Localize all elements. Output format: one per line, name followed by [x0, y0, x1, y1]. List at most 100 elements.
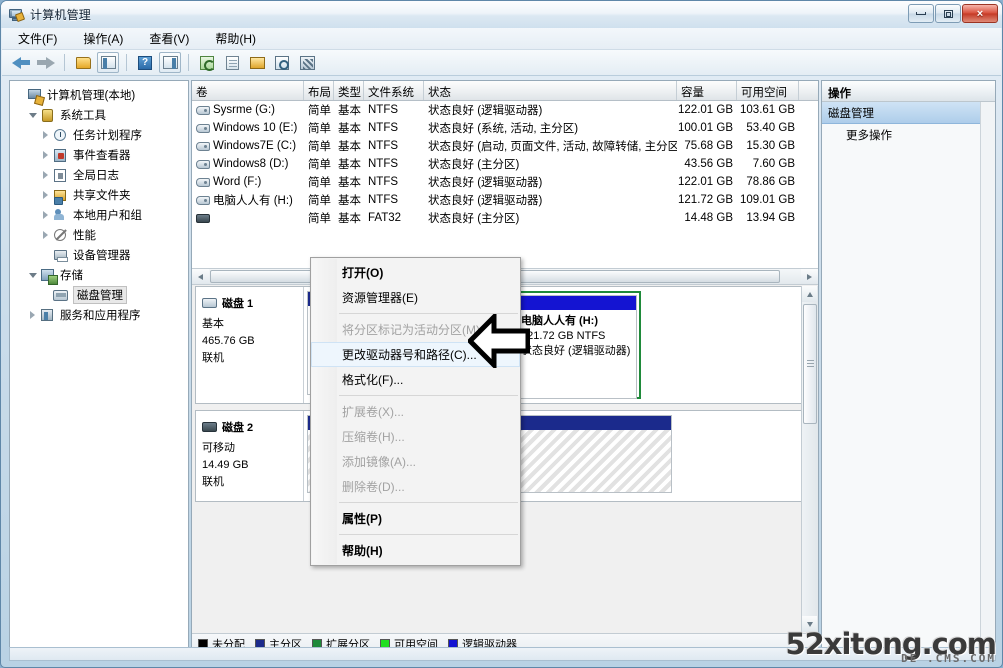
tree-item-1[interactable]: 系统工具 — [14, 105, 188, 125]
disk-management-icon — [53, 288, 69, 303]
volume-row[interactable]: Word (F:)简单基本NTFS状态良好 (逻辑驱动器)122.01 GB78… — [192, 173, 818, 191]
context-menu-item-1[interactable]: 资源管理器(E) — [311, 285, 520, 310]
tree-item-10[interactable]: 磁盘管理 — [14, 285, 188, 305]
context-menu-item-5: 扩展卷(X)... — [311, 399, 520, 424]
properties-icon — [226, 56, 239, 70]
partition-info: 电脑人人有 (H:)121.72 GB NTFS状态良好 (逻辑驱动器) — [516, 310, 636, 398]
context-menu-item-10[interactable]: 帮助(H) — [311, 538, 520, 563]
cell-text: Word (F:) — [213, 176, 261, 188]
properties-button[interactable] — [221, 52, 243, 73]
volume-cell-1: 简单 — [304, 138, 334, 154]
volume-row[interactable]: Windows 10 (E:)简单基本NTFS状态良好 (系统, 活动, 主分区… — [192, 119, 818, 137]
chevron-right-icon[interactable] — [40, 230, 51, 241]
open-folder-button[interactable] — [246, 52, 268, 73]
volume-cell-5: 121.72 GB — [677, 194, 737, 206]
chevron-right-icon[interactable] — [40, 150, 51, 161]
cell-text: 基本 — [338, 192, 361, 208]
tree-item-8[interactable]: 设备管理器 — [14, 245, 188, 265]
context-menu-item-9[interactable]: 属性(P) — [311, 506, 520, 531]
tree-item-11[interactable]: 服务和应用程序 — [14, 305, 188, 325]
actions-section-disk-management[interactable]: 磁盘管理 — [822, 102, 995, 124]
scroll-left-button[interactable] — [192, 269, 209, 284]
volume-column-header-1[interactable]: 布局 — [304, 81, 334, 100]
help-button[interactable]: ? — [134, 52, 156, 73]
removable-disk-icon — [202, 422, 217, 432]
cell-text: Windows 10 (E:) — [213, 122, 297, 134]
menu-action[interactable]: 操作(A) — [79, 28, 127, 49]
scroll-up-button[interactable] — [802, 286, 817, 302]
volume-cell-0: Windows7E (C:) — [192, 140, 304, 152]
show-hide-action-pane-button[interactable] — [159, 52, 181, 73]
tree-item-label: 共享文件夹 — [73, 187, 131, 203]
tree-item-6[interactable]: 本地用户和组 — [14, 205, 188, 225]
back-button[interactable] — [10, 52, 32, 73]
volume-column-header-2[interactable]: 类型 — [334, 81, 364, 100]
volume-column-header-4[interactable]: 状态 — [424, 81, 677, 100]
chevron-down-icon[interactable] — [27, 270, 38, 281]
tree-item-2[interactable]: 任务计划程序 — [14, 125, 188, 145]
context-menu-items: 打开(O)资源管理器(E)将分区标记为活动分区(M)更改驱动器号和路径(C)..… — [311, 260, 520, 563]
actions-item-more-actions[interactable]: 更多操作 — [822, 124, 995, 146]
cell-text: 43.56 GB — [684, 158, 733, 170]
hard-disk-volume-icon — [196, 106, 210, 115]
system-tools-icon — [40, 108, 56, 123]
cell-text: 状态良好 (主分区) — [428, 156, 519, 172]
volume-cell-6: 15.30 GB — [737, 140, 799, 152]
cell-text: 15.30 GB — [746, 140, 795, 152]
volume-column-header-0[interactable]: 卷 — [192, 81, 304, 100]
volume-row[interactable]: 电脑人人有 (H:)简单基本NTFS状态良好 (逻辑驱动器)121.72 GB1… — [192, 191, 818, 209]
tree-item-9[interactable]: 存储 — [14, 265, 188, 285]
volume-column-header-6[interactable]: 可用空间 — [737, 81, 799, 100]
computer-icon — [27, 88, 43, 103]
export-list-button[interactable] — [296, 52, 318, 73]
menu-help[interactable]: 帮助(H) — [211, 28, 260, 49]
actions-pane-scrollbar[interactable] — [980, 102, 995, 654]
volume-cell-0: Windows8 (D:) — [192, 158, 304, 170]
disk-header[interactable]: 磁盘 2可移动14.49 GB联机 — [196, 411, 304, 501]
chevron-right-icon[interactable] — [40, 170, 51, 181]
context-menu-item-0[interactable]: 打开(O) — [311, 260, 520, 285]
volume-row[interactable]: Windows8 (D:)简单基本NTFS状态良好 (主分区)43.56 GB7… — [192, 155, 818, 173]
volume-column-header-3[interactable]: 文件系统 — [364, 81, 424, 100]
tree-item-7[interactable]: 性能 — [14, 225, 188, 245]
cell-text: 简单 — [308, 192, 331, 208]
tree-item-4[interactable]: 全局日志 — [14, 165, 188, 185]
volume-cell-5: 75.68 GB — [677, 140, 737, 152]
chevron-right-icon[interactable] — [40, 130, 51, 141]
hard-disk-volume-icon — [196, 124, 210, 133]
restore-button[interactable] — [935, 4, 961, 23]
refresh-button[interactable] — [196, 52, 218, 73]
minimize-button[interactable] — [908, 4, 934, 23]
context-menu-item-8: 删除卷(D)... — [311, 474, 520, 499]
chevron-right-icon[interactable] — [27, 310, 38, 321]
show-hide-tree-button[interactable] — [97, 52, 119, 73]
context-menu-item-6: 压缩卷(H)... — [311, 424, 520, 449]
tree-item-0[interactable]: 计算机管理(本地) — [14, 85, 188, 105]
chevron-right-icon[interactable] — [40, 210, 51, 221]
tree-item-5[interactable]: 共享文件夹 — [14, 185, 188, 205]
cell-text: 122.01 GB — [678, 104, 733, 116]
up-folder-button[interactable] — [72, 52, 94, 73]
volume-list-rows: Sysrme (G:)简单基本NTFS状态良好 (逻辑驱动器)122.01 GB… — [192, 101, 818, 227]
volume-row[interactable]: Sysrme (G:)简单基本NTFS状态良好 (逻辑驱动器)122.01 GB… — [192, 101, 818, 119]
chevron-right-icon[interactable] — [40, 190, 51, 201]
search-button[interactable] — [271, 52, 293, 73]
partition-ext-2[interactable]: 电脑人人有 (H:)121.72 GB NTFS状态良好 (逻辑驱动器) — [515, 295, 637, 399]
disk-header[interactable]: 磁盘 1基本465.76 GB联机 — [196, 287, 304, 403]
close-button[interactable]: × — [962, 4, 998, 23]
menu-view[interactable]: 查看(V) — [145, 28, 193, 49]
graph-vertical-scrollbar[interactable] — [801, 286, 818, 632]
volume-column-header-5[interactable]: 容量 — [677, 81, 737, 100]
context-menu-item-4[interactable]: 格式化(F)... — [311, 367, 520, 392]
tree-item-label: 任务计划程序 — [73, 127, 142, 143]
volume-row[interactable]: Windows7E (C:)简单基本NTFS状态良好 (启动, 页面文件, 活动… — [192, 137, 818, 155]
chevron-down-icon[interactable] — [27, 110, 38, 121]
menu-file[interactable]: 文件(F) — [14, 28, 61, 49]
tree-item-3[interactable]: 事件查看器 — [14, 145, 188, 165]
volume-row[interactable]: 简单基本FAT32状态良好 (主分区)14.48 GB13.94 GB — [192, 209, 818, 227]
scrollbar-thumb[interactable] — [803, 304, 817, 424]
scroll-right-button[interactable] — [801, 269, 818, 284]
hard-disk-volume-icon — [196, 142, 210, 151]
cell-text: 13.94 GB — [746, 212, 795, 224]
forward-button[interactable] — [35, 52, 57, 73]
